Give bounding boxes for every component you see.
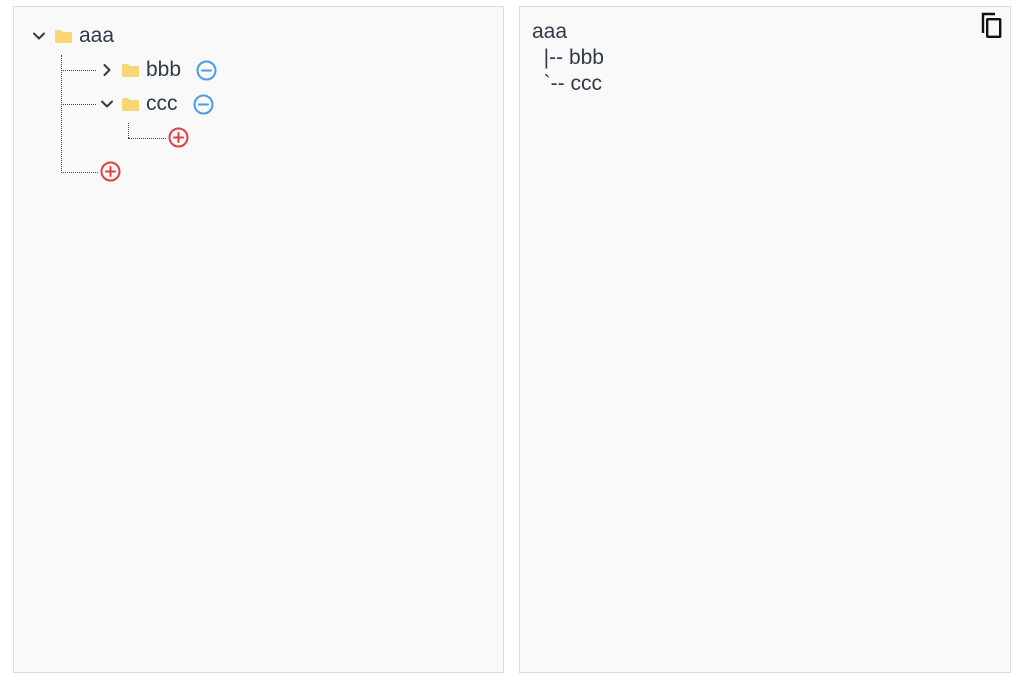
tree-node-bbb[interactable]: bbb: [100, 58, 230, 82]
tree-node-label: ccc: [146, 92, 178, 115]
chevron-down-icon[interactable]: [100, 97, 114, 111]
remove-icon[interactable]: [193, 94, 214, 115]
tree-connector-root-add: [61, 172, 98, 173]
output-line: |-- bbb: [532, 46, 604, 69]
chevron-right-icon[interactable]: [100, 63, 114, 77]
remove-icon[interactable]: [196, 60, 217, 81]
tree-connector-bbb: [61, 70, 96, 71]
output-line: aaa: [532, 20, 568, 43]
chevron-down-icon[interactable]: [32, 29, 46, 43]
tree-connector-ccc: [61, 104, 96, 105]
folder-icon: [122, 64, 139, 77]
add-icon[interactable]: [100, 161, 121, 182]
output-line: `-- ccc: [532, 72, 602, 95]
folder-icon: [55, 30, 72, 43]
tree-node-label: bbb: [146, 58, 182, 81]
output-panel: aaa |-- bbb `-- ccc: [519, 6, 1011, 673]
tree-node-label: aaa: [79, 24, 115, 47]
tree-connector-ccc-child: [128, 123, 129, 138]
copy-icon[interactable]: [979, 12, 1003, 40]
tree-panel: aaa bbb ccc: [13, 6, 504, 673]
folder-icon: [122, 98, 139, 111]
tree-node-aaa[interactable]: aaa: [32, 24, 172, 48]
tree-connector-ccc-add: [128, 138, 166, 139]
tree-connector-root: [61, 55, 62, 171]
add-icon[interactable]: [168, 127, 189, 148]
tree-node-ccc[interactable]: ccc: [100, 92, 230, 116]
